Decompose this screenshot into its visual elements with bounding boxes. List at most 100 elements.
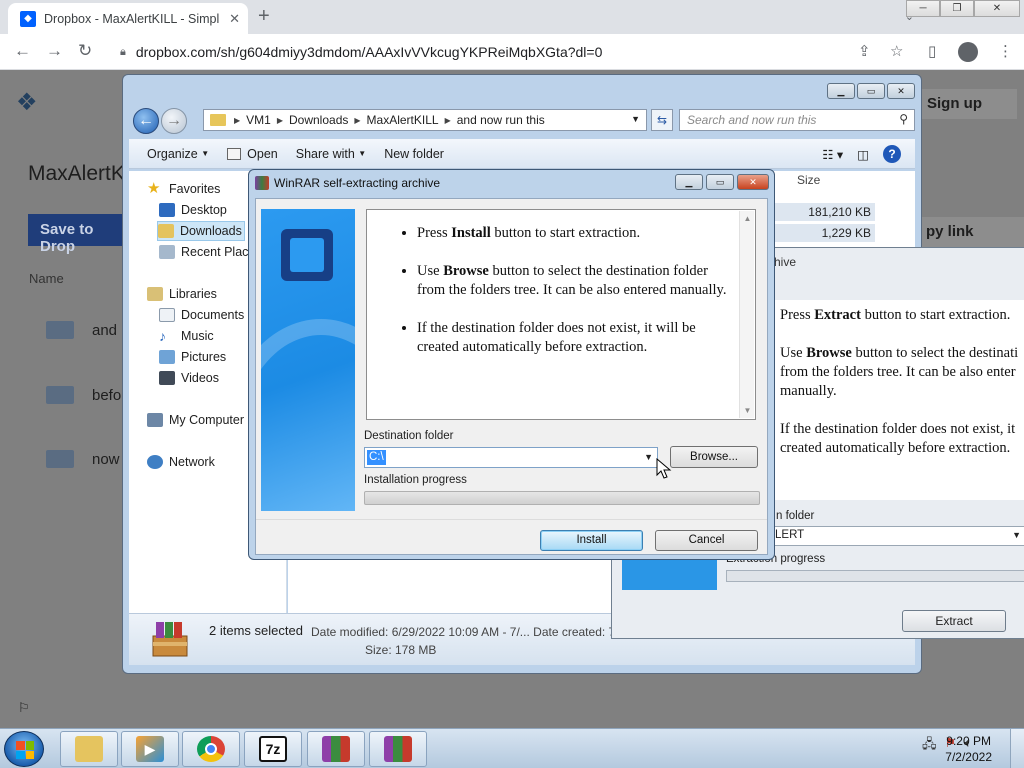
close-button[interactable]: ✕ [737,174,769,190]
search-input[interactable]: Search and now run this ⚲ [679,109,915,131]
menu-kebab-icon[interactable]: ⋮ [998,42,1013,60]
breadcrumb-item[interactable]: VM1 [246,113,271,127]
minimize-button[interactable]: ▁ [675,174,703,190]
tab-close-icon[interactable]: ✕ [229,11,240,27]
browser-tab[interactable]: ◆ Dropbox - MaxAlertKILL - Simpl ✕ [8,3,248,34]
maximize-button[interactable]: ▭ [706,174,734,190]
close-button[interactable]: ✕ [887,83,915,99]
close-button[interactable]: ✕ [974,0,1020,17]
search-icon: ⚲ [899,112,908,126]
clock-date: 7/2/2022 [945,750,992,764]
refresh-icon[interactable]: ⇆ [651,109,673,131]
side-panel-icon[interactable]: ▯ [928,42,936,60]
help-icon[interactable]: ? [883,145,901,163]
open-button[interactable]: Open [227,147,278,161]
file-size[interactable]: 1,229 KB [775,224,875,242]
desktop-icon [159,203,175,217]
date-modified: Date modified: 6/29/2022 10:09 AM - 7/..… [311,625,616,639]
winrar-banner-image [261,209,355,511]
list-item[interactable]: befo [46,385,121,405]
tab-search-chevron-icon[interactable]: ⌄ [905,10,914,23]
pictures-icon [159,350,175,364]
scroll-down-icon[interactable]: ▼ [740,403,755,418]
preview-pane-icon[interactable]: ◫ [857,147,869,162]
breadcrumb-item[interactable]: Downloads [289,113,348,127]
forward-arrow-icon[interactable]: → [161,108,187,134]
new-folder-button[interactable]: New folder [384,147,444,161]
copy-link-button[interactable]: py link [916,217,1024,247]
file-size[interactable]: 181,210 KB [775,203,875,221]
selection-count: 2 items selected [209,623,303,638]
sidebar-item-libraries[interactable]: Libraries [147,284,217,304]
share-with-menu[interactable]: Share with ▼ [296,147,366,161]
address-bar[interactable]: 🔒︎ dropbox.com/sh/g604dmiyy3dmdom/AAAxIv… [108,38,828,66]
maximize-button[interactable]: ▭ [857,83,885,99]
downloads-folder-icon [158,224,174,238]
network-tray-icon[interactable]: 🖧︎ [922,735,937,757]
breadcrumb-item[interactable]: and now run this [457,113,545,127]
instruction-install: Press Install button to start extraction… [417,224,733,243]
sidebar-item-my-computer[interactable]: My Computer [147,410,244,430]
list-item[interactable]: and [46,320,117,340]
scrollbar[interactable]: ▲ ▼ [739,211,754,418]
chevron-down-icon: ▼ [358,149,367,158]
show-desktop-button[interactable] [1010,729,1024,768]
sidebar-item-favorites[interactable]: ★ Favorites [147,179,220,199]
sidebar-item-pictures[interactable]: Pictures [159,347,226,367]
sidebar-item-music[interactable]: ♪ Music [159,326,214,346]
scroll-up-icon[interactable]: ▲ [740,211,755,226]
extract-button[interactable]: Extract [902,610,1006,632]
clock[interactable]: 9:20 PM 7/2/2022 [945,733,992,765]
sidebar-item-videos[interactable]: Videos [159,368,219,388]
taskbar-7zip-button[interactable]: 7z [244,731,302,767]
reload-icon[interactable]: ↻ [78,41,92,61]
maximize-button[interactable]: ❐ [940,0,974,17]
sidebar-item-downloads[interactable]: Downloads [157,221,245,241]
libraries-icon [147,287,163,301]
size-column-header[interactable]: Size [797,173,820,187]
taskbar-winrar-button[interactable] [369,731,427,767]
new-tab-button[interactable]: + [258,5,270,28]
install-button[interactable]: Install [540,530,643,551]
sign-up-button[interactable]: Sign up [917,89,1017,119]
dropbox-logo-icon: ❖ [16,89,38,116]
view-options-icon[interactable]: ☷ ▾ [822,147,843,162]
folder-icon [46,450,74,468]
bookmark-star-icon[interactable]: ☆ [890,42,903,60]
minimize-button[interactable]: ▁ [827,83,855,99]
start-button[interactable] [4,731,44,767]
dialog-titlebar[interactable]: WinRAR self-extracting archive ▁ ▭ ✕ [249,170,774,196]
list-item[interactable]: now [46,449,120,469]
sidebar-item-documents[interactable]: Documents [159,305,244,325]
breadcrumb[interactable]: ▶ VM1 ▶ Downloads ▶ MaxAlertKILL ▶ and n… [203,109,647,131]
progress-label: Installation progress [364,474,467,486]
chevron-right-icon[interactable]: ▶ [277,116,283,125]
share-icon[interactable]: ⇪ [858,42,871,60]
folder-icon [46,386,74,404]
browse-button[interactable]: Browse... [670,446,758,468]
chevron-right-icon[interactable]: ▶ [354,116,360,125]
url-text: dropbox.com/sh/g604dmiyy3dmdom/AAAxIvVVk… [135,44,603,60]
destination-folder-combobox[interactable]: C:\ ▼ [364,447,658,468]
chevron-right-icon[interactable]: ▶ [234,116,240,125]
breadcrumb-item[interactable]: MaxAlertKILL [367,113,439,127]
chevron-down-icon[interactable]: ▼ [631,114,640,124]
taskbar-explorer-button[interactable] [60,731,118,767]
sidebar-item-recent-places[interactable]: Recent Places [159,242,262,262]
back-arrow-icon[interactable]: ← [133,108,159,134]
sidebar-item-network[interactable]: Network [147,452,215,472]
name-column-header[interactable]: Name [29,271,64,286]
organize-menu[interactable]: Organize ▼ [147,147,209,161]
taskbar-winrar-button[interactable] [307,731,365,767]
profile-avatar-icon[interactable] [958,42,978,62]
forward-arrow-icon[interactable]: → [46,41,63,61]
report-flag-icon[interactable]: ⚐ [18,700,30,716]
cancel-button[interactable]: Cancel [655,530,758,551]
taskbar-chrome-button[interactable] [182,731,240,767]
taskbar-media-player-button[interactable]: ▶ [121,731,179,767]
sidebar-item-desktop[interactable]: Desktop [159,200,227,220]
folder-icon [210,114,226,126]
chevron-right-icon[interactable]: ▶ [445,116,451,125]
chevron-down-icon[interactable]: ▼ [644,452,653,462]
back-arrow-icon[interactable]: ← [14,41,31,61]
